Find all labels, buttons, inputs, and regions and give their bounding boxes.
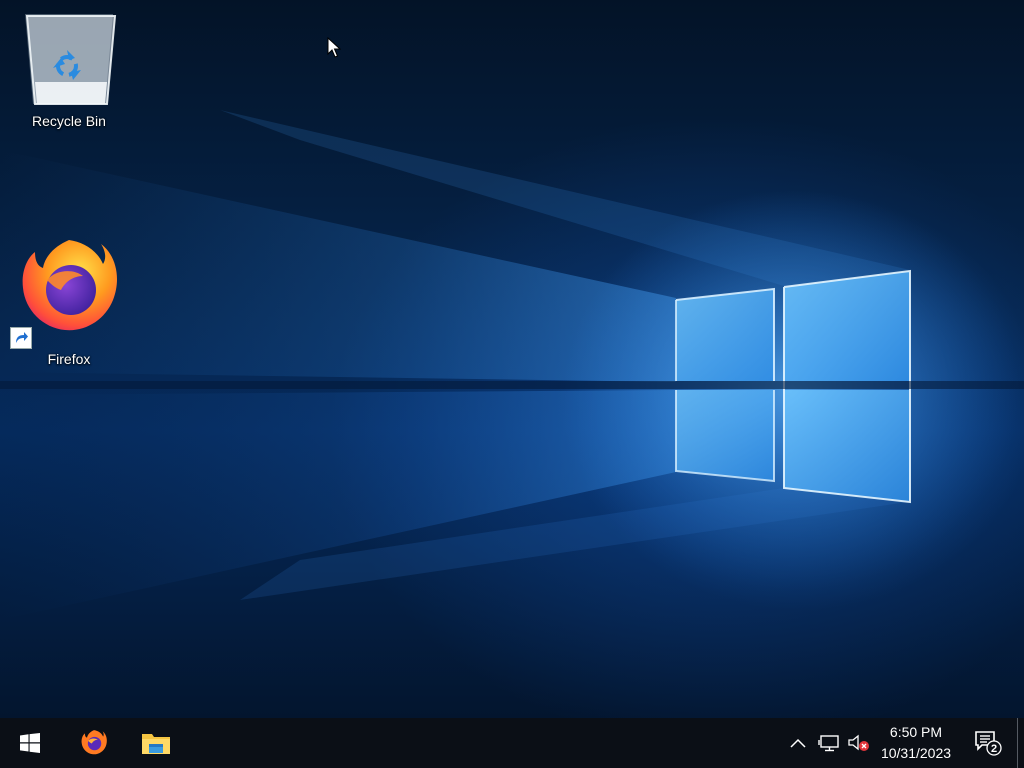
desktop-icon-label: Recycle Bin	[32, 113, 106, 129]
firefox-icon	[22, 240, 118, 331]
shortcut-arrow-icon	[10, 327, 32, 349]
notification-icon: 2	[975, 731, 1002, 756]
tray-volume-button[interactable]	[846, 718, 872, 768]
taskbar-clock[interactable]: 6:50 PM 10/31/2023	[874, 722, 958, 764]
desktop-icon-firefox[interactable]: Firefox	[10, 232, 118, 367]
chevron-up-icon	[790, 738, 806, 748]
desktop-icon-label: Firefox	[47, 351, 91, 367]
windows-logo-icon	[20, 733, 40, 753]
taskbar: 6:50 PM 10/31/2023 2	[0, 718, 1024, 768]
start-button[interactable]	[0, 718, 60, 768]
volume-muted-icon	[848, 734, 869, 751]
show-desktop-button[interactable]	[1017, 718, 1024, 768]
file-explorer-icon	[142, 734, 170, 754]
action-center-button[interactable]: 2	[966, 718, 1010, 768]
desktop-icon-recycle-bin[interactable]: Recycle Bin	[21, 10, 117, 129]
firefox-icon	[81, 730, 107, 755]
wallpaper	[0, 110, 1024, 620]
taskbar-firefox-button[interactable]	[64, 718, 124, 768]
mouse-cursor-icon	[327, 37, 341, 58]
clock-time: 6:50 PM	[889, 724, 943, 740]
tray-network-button[interactable]	[816, 718, 842, 768]
tray-overflow-button[interactable]	[786, 718, 810, 768]
taskbar-file-explorer-button[interactable]	[126, 718, 186, 768]
notification-count-badge: 2	[991, 743, 997, 755]
network-icon	[818, 735, 839, 752]
clock-date: 10/31/2023	[880, 745, 952, 761]
recycle-bin-icon	[25, 14, 117, 105]
desktop[interactable]: Recycle Bin Firefox	[0, 0, 1024, 718]
